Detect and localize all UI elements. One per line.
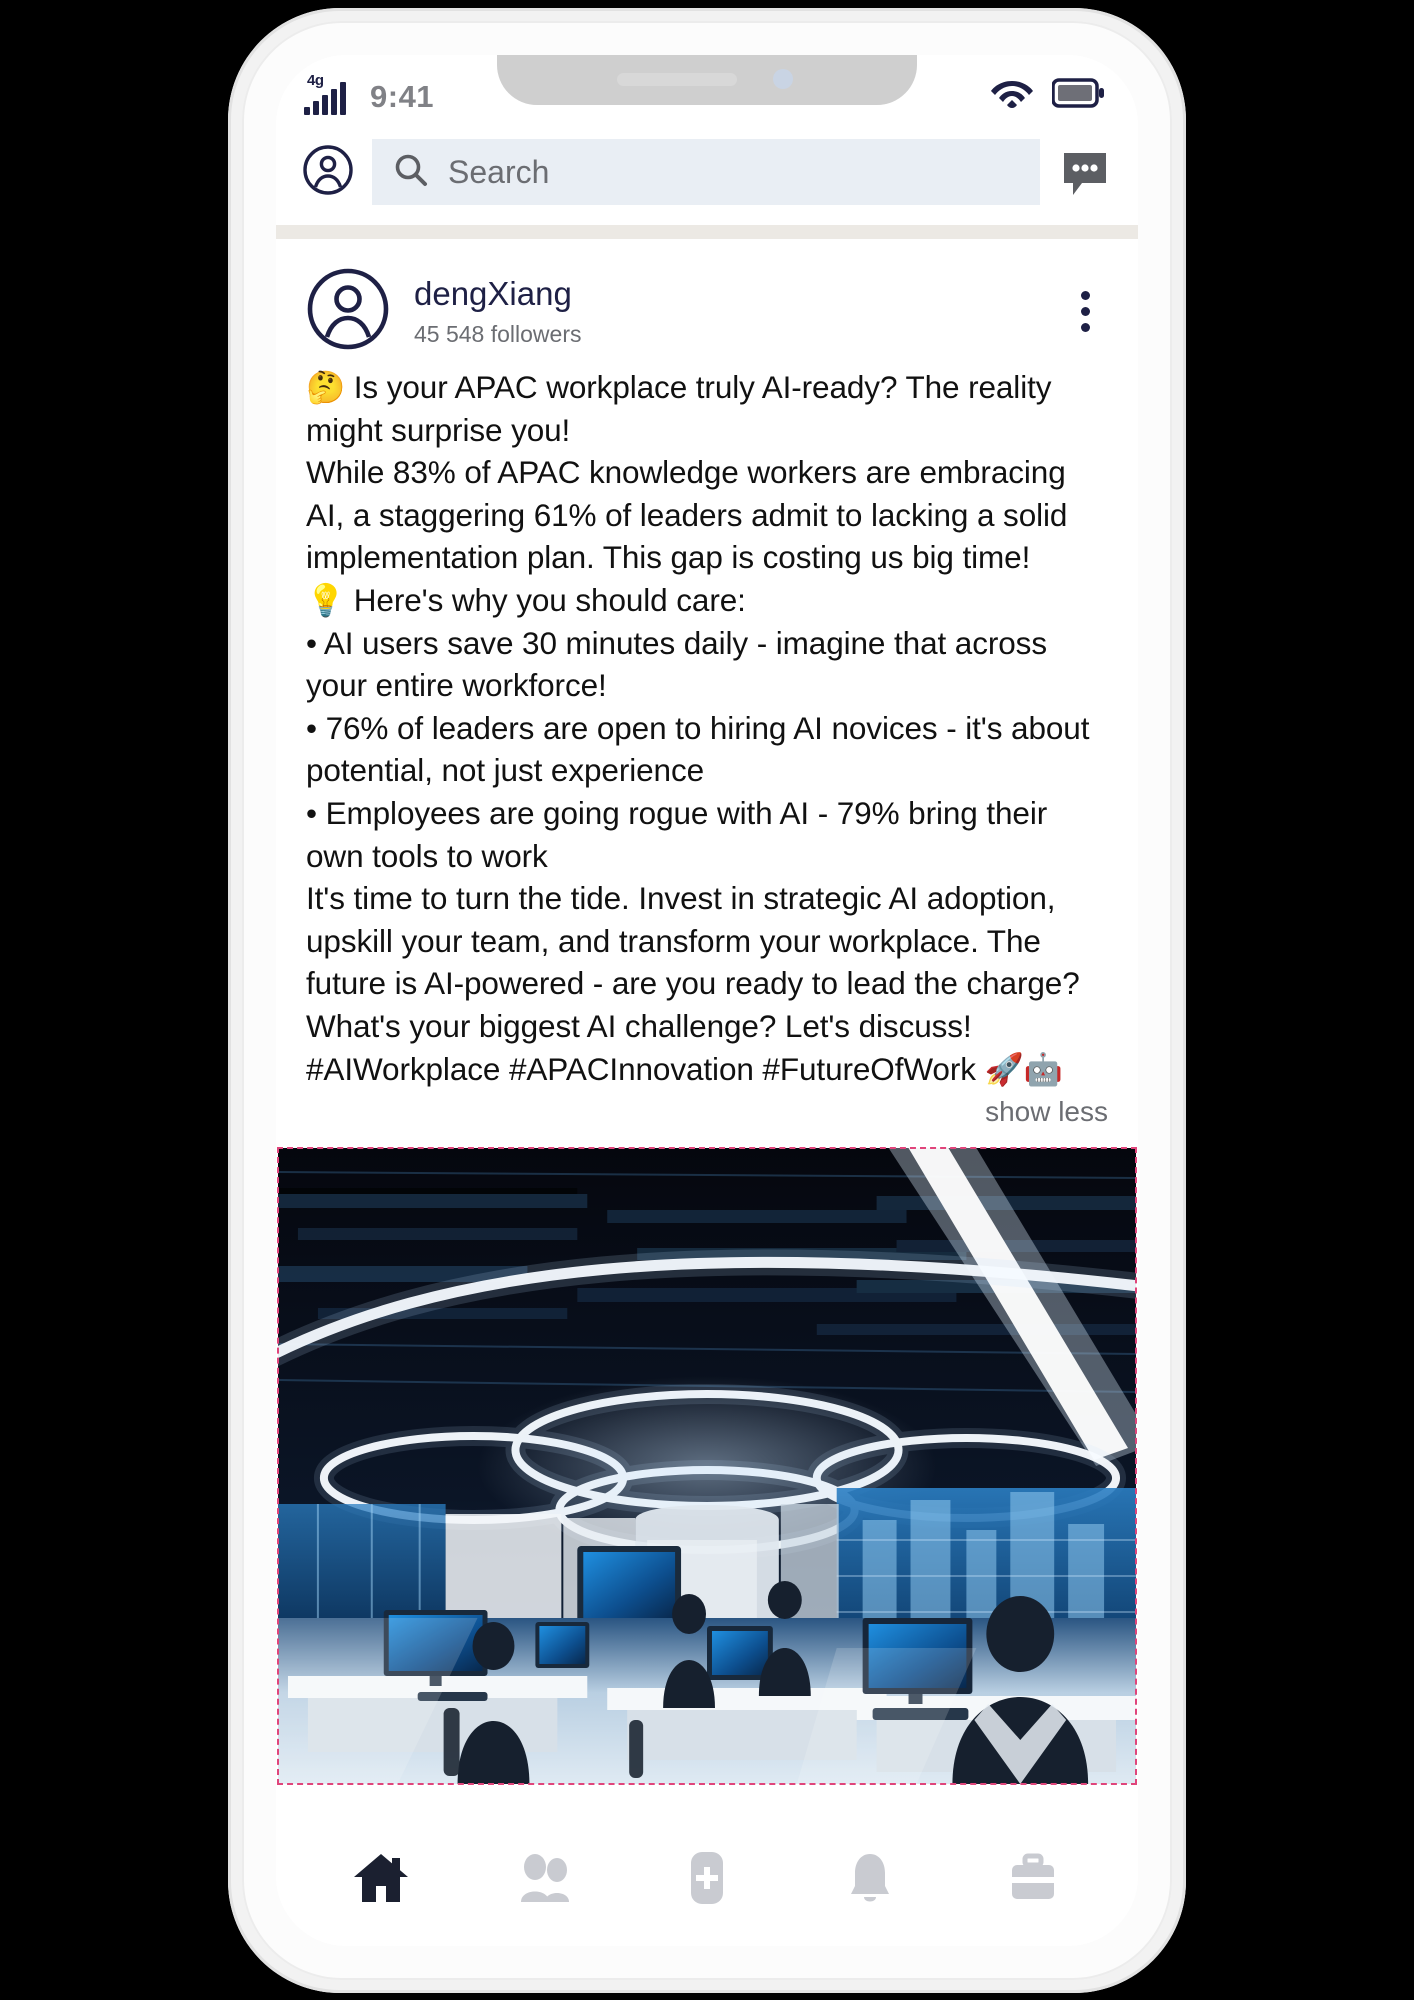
bottom-nav <box>276 1828 1138 1946</box>
post-follower-count: 45 548 followers <box>414 320 582 347</box>
post-author-name: dengXiang <box>414 274 572 312</box>
post-image[interactable] <box>277 1147 1137 1786</box>
status-time: 9:41 <box>370 79 435 114</box>
notch-speaker <box>617 73 737 86</box>
notch-camera-icon <box>773 69 793 89</box>
header-divider <box>276 225 1138 239</box>
nav-item-home[interactable] <box>326 1839 436 1917</box>
people-icon <box>521 1854 570 1902</box>
search-input[interactable]: Search <box>372 139 1040 205</box>
status-bar-right <box>990 77 1104 114</box>
notch <box>497 55 917 105</box>
nav-item-jobs[interactable] <box>978 1839 1088 1917</box>
battery-icon <box>1051 78 1104 113</box>
post-image-wrap <box>276 1147 1138 1786</box>
plus-square-icon <box>690 1852 723 1904</box>
show-less-row: show less <box>276 1090 1138 1144</box>
home-icon <box>354 1854 409 1902</box>
search-placeholder-text: Search <box>448 153 550 190</box>
wifi-icon <box>990 77 1034 114</box>
profile-circle-icon[interactable] <box>302 144 354 201</box>
post-header: dengXiang 45 548 followers <box>276 239 1138 366</box>
phone-frame: 4g 9:41 Search dengXiang 45 548 follower… <box>228 8 1186 1993</box>
bell-icon <box>850 1854 889 1902</box>
phone-screen: 4g 9:41 Search dengXiang 45 548 follower… <box>276 55 1138 1946</box>
search-icon <box>394 153 428 192</box>
messaging-bubble-icon[interactable] <box>1058 145 1112 199</box>
status-bar: 4g 9:41 <box>276 55 1138 133</box>
signal-bars-icon: 4g <box>304 72 358 115</box>
briefcase-icon <box>1011 1853 1054 1899</box>
avatar[interactable] <box>306 267 390 356</box>
search-header: Search <box>276 133 1138 225</box>
status-bar-left: 4g 9:41 <box>304 72 435 115</box>
post-author-block[interactable]: dengXiang 45 548 followers <box>414 273 1038 351</box>
nav-item-notifications[interactable] <box>815 1839 925 1917</box>
nav-item-post[interactable] <box>652 1839 762 1917</box>
kebab-menu-icon[interactable] <box>1062 282 1108 342</box>
post-body-text: 🤔 Is your APAC workplace truly AI-ready?… <box>306 369 1090 1087</box>
feed: dengXiang 45 548 followers 🤔 Is your APA… <box>276 239 1138 1786</box>
show-less-button[interactable]: show less <box>985 1096 1108 1127</box>
nav-item-network[interactable] <box>489 1839 599 1917</box>
